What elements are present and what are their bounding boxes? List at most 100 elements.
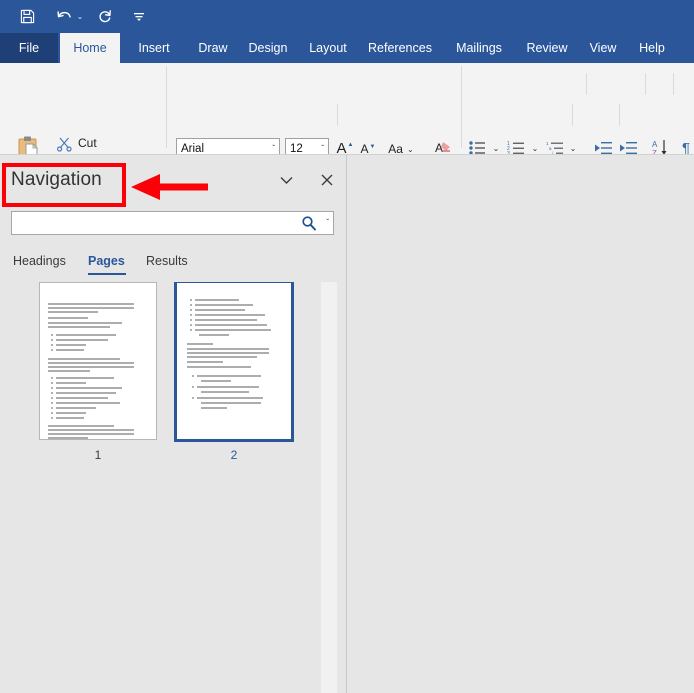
page-text-line (195, 319, 257, 321)
page-bullet (51, 417, 53, 419)
svg-text:A: A (652, 140, 658, 149)
page-text-line (48, 366, 134, 368)
page-text-line (56, 387, 122, 389)
page-text-line (48, 307, 134, 309)
page-bullet (190, 314, 192, 316)
page-thumbnail-image[interactable] (39, 282, 157, 440)
page-text-line (195, 314, 265, 316)
undo-icon[interactable] (54, 5, 74, 29)
page-text-line (199, 334, 229, 336)
page-text-line (48, 311, 98, 313)
page-text-line (197, 375, 261, 377)
page-thumbnail-image[interactable] (174, 282, 294, 442)
ribbon-tab-mailings[interactable]: Mailings (444, 33, 514, 63)
page-text-line (197, 397, 263, 399)
page-bullet (190, 309, 192, 311)
page-thumbnail-list[interactable]: 12 (0, 282, 321, 693)
ribbon-tab-home[interactable]: Home (60, 33, 120, 63)
page-text-line (48, 425, 114, 427)
ribbon-tab-label: Help (639, 41, 665, 55)
page-number-label: 2 (230, 448, 238, 462)
customize-qat-icon[interactable] (131, 5, 147, 29)
close-icon[interactable] (317, 170, 337, 190)
navigation-tab-results[interactable]: Results (146, 248, 188, 274)
redo-icon[interactable] (95, 5, 115, 29)
ribbon-tab-review[interactable]: Review (516, 33, 578, 63)
page-text-line (187, 366, 251, 368)
page-bullet (190, 299, 192, 301)
page-bullet (51, 397, 53, 399)
ribbon-tab-layout[interactable]: Layout (299, 33, 357, 63)
navigation-search-box[interactable]: ˇ (11, 211, 334, 235)
page-bullet (190, 324, 192, 326)
page-text-line (48, 429, 134, 431)
page-text-line (201, 380, 231, 382)
ribbon-tab-file[interactable]: File (0, 33, 58, 63)
search-input[interactable] (12, 212, 304, 234)
page-bullet (192, 375, 194, 377)
search-options-dropdown-icon[interactable]: ˇ (326, 218, 329, 227)
group-separator (166, 66, 167, 148)
ribbon-tab-view[interactable]: View (579, 33, 627, 63)
ribbon-tab-design[interactable]: Design (238, 33, 298, 63)
save-icon[interactable] (16, 5, 38, 29)
ribbon-tab-label: Design (248, 41, 288, 55)
ribbon-tab-draw[interactable]: Draw (187, 33, 239, 63)
page-text-line (56, 392, 116, 394)
cut-button[interactable]: Cut (56, 133, 97, 153)
page-text-line (195, 329, 271, 331)
thumbnail-scrollbar[interactable] (321, 282, 337, 693)
chevron-down-icon[interactable] (276, 170, 296, 190)
page-text-line (56, 412, 86, 414)
cut-label: Cut (78, 136, 97, 150)
page-text-line (48, 322, 122, 324)
page-text-line (197, 386, 259, 388)
page-text-line (56, 349, 84, 351)
ribbon-tab-help[interactable]: Help (628, 33, 676, 63)
navigation-tab-headings[interactable]: Headings (13, 248, 66, 274)
chevron-down-icon[interactable]: ˇ (321, 144, 324, 153)
ribbon-tab-label: File (18, 41, 40, 55)
svg-text:A: A (435, 141, 443, 155)
navigation-tab-active-underline (88, 273, 126, 275)
ribbon-tab-bar: File Home Insert Draw Design Layout References… (0, 33, 694, 63)
ribbon-tab-references[interactable]: References (358, 33, 442, 63)
ribbon-tab-label: Review (526, 41, 568, 55)
quick-access-toolbar: ⌄ (0, 0, 694, 33)
page-text-line (56, 377, 114, 379)
page-text-line (56, 344, 86, 346)
page-text-line (187, 356, 257, 358)
page-bullet (51, 402, 53, 404)
page-text-line (48, 362, 134, 364)
ribbon-body: Paste ˇ Cut Copy (0, 63, 694, 216)
pane-divider[interactable] (346, 155, 347, 693)
page-bullet (51, 344, 53, 346)
triangle-up-icon: ▲ (347, 141, 354, 148)
ribbon-tab-label: Home (73, 41, 107, 55)
navigation-tab-pages[interactable]: Pages (88, 248, 125, 274)
document-area[interactable] (347, 155, 694, 693)
page-bullet (51, 349, 53, 351)
page-text-line (56, 339, 108, 341)
search-icon[interactable] (301, 215, 317, 231)
page-text-line (201, 402, 261, 404)
chevron-down-icon[interactable]: ⌄ (407, 145, 414, 154)
page-text-line (187, 361, 223, 363)
page-number-label: 1 (94, 448, 102, 462)
ribbon-tab-label: Draw (198, 41, 228, 55)
triangle-down-icon: ▼ (369, 143, 376, 150)
page-text-line (195, 304, 253, 306)
font-name-value: Arial (181, 142, 205, 155)
ribbon-tab-insert[interactable]: Insert (126, 33, 182, 63)
undo-dropdown-icon[interactable]: ⌄ (75, 5, 85, 29)
page-text-line (56, 382, 86, 384)
page-text-line (48, 437, 88, 439)
page-text-line (48, 370, 90, 372)
ribbon-tab-label: Layout (309, 41, 347, 55)
page-text-line (48, 358, 120, 360)
chevron-down-icon[interactable]: ˇ (272, 144, 275, 153)
ribbon-tab-label: References (368, 41, 432, 55)
page-bullet (51, 382, 53, 384)
page-content (177, 283, 291, 439)
page-text-line (195, 309, 245, 311)
